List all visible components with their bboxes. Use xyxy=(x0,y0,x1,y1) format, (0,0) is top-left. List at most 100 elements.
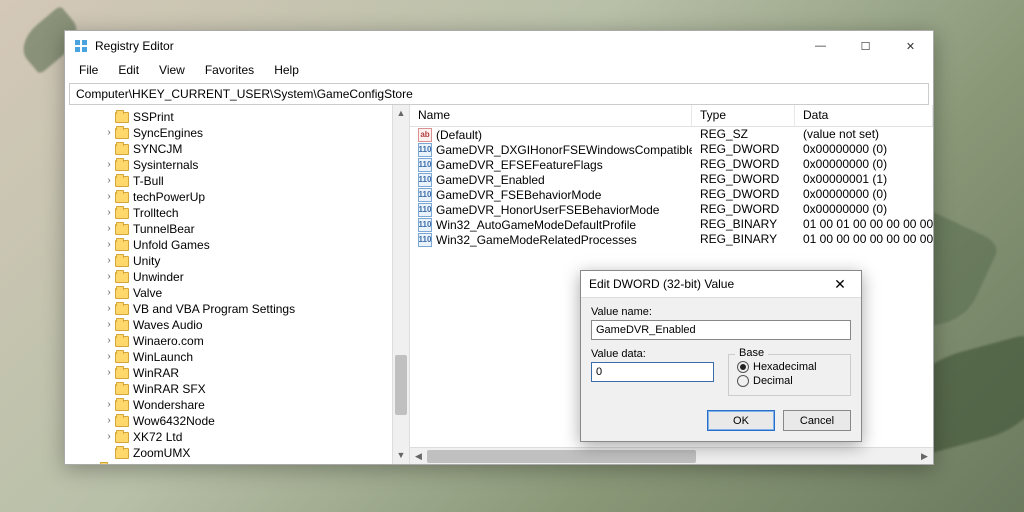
tree-label: WinLaunch xyxy=(133,349,193,365)
expander-icon[interactable]: › xyxy=(103,397,115,413)
tree-pane[interactable]: SSPrint›SyncEnginesSYNCJM›Sysinternals›T… xyxy=(65,105,410,464)
list-row[interactable]: 110GameDVR_FSEBehaviorModeREG_DWORD0x000… xyxy=(410,187,933,202)
expander-icon[interactable]: › xyxy=(103,285,115,301)
expander-icon[interactable]: › xyxy=(103,125,115,141)
tree-item[interactable]: ›Wow6432Node xyxy=(117,413,409,429)
scroll-thumb[interactable] xyxy=(427,450,696,463)
expander-icon[interactable]: › xyxy=(103,173,115,189)
list-row[interactable]: 110Win32_AutoGameModeDefaultProfileREG_B… xyxy=(410,217,933,232)
tree-item[interactable]: ›WinLaunch xyxy=(117,349,409,365)
folder-icon xyxy=(115,256,129,267)
close-button[interactable]: ✕ xyxy=(888,32,933,60)
tree-item[interactable]: WinRAR SFX xyxy=(117,381,409,397)
header-name[interactable]: Name xyxy=(410,105,692,126)
expander-icon[interactable]: › xyxy=(103,221,115,237)
expander-icon[interactable]: › xyxy=(103,333,115,349)
list-row[interactable]: 110GameDVR_HonorUserFSEBehaviorModeREG_D… xyxy=(410,202,933,217)
expander-icon[interactable]: › xyxy=(103,269,115,285)
tree-item[interactable]: ZoomUMX xyxy=(117,445,409,461)
window-title: Registry Editor xyxy=(95,39,798,53)
tree-item[interactable]: ›Wondershare xyxy=(117,397,409,413)
tree-item[interactable]: ›techPowerUp xyxy=(117,189,409,205)
tree-item[interactable]: ›Winaero.com xyxy=(117,333,409,349)
horizontal-scrollbar[interactable]: ◀ ▶ xyxy=(410,447,933,464)
header-type[interactable]: Type xyxy=(692,105,795,126)
folder-icon xyxy=(115,448,129,459)
ok-button[interactable]: OK xyxy=(707,410,775,431)
folder-icon xyxy=(115,192,129,203)
tree-item[interactable]: ›Sysinternals xyxy=(117,157,409,173)
expander-icon[interactable]: › xyxy=(103,157,115,173)
menu-view[interactable]: View xyxy=(151,61,193,81)
value-type: REG_SZ xyxy=(692,127,795,142)
tree-item[interactable]: SYNCJM xyxy=(117,141,409,157)
expander-icon[interactable]: › xyxy=(103,205,115,221)
scroll-thumb[interactable] xyxy=(395,355,407,415)
menu-help[interactable]: Help xyxy=(266,61,307,81)
expander-icon[interactable]: › xyxy=(103,189,115,205)
list-row[interactable]: 110GameDVR_EFSEFeatureFlagsREG_DWORD0x00… xyxy=(410,157,933,172)
menu-favorites[interactable]: Favorites xyxy=(197,61,262,81)
folder-icon xyxy=(115,224,129,235)
tree-item[interactable]: ›Trolltech xyxy=(117,205,409,221)
menu-file[interactable]: File xyxy=(71,61,106,81)
cancel-button[interactable]: Cancel xyxy=(783,410,851,431)
header-data[interactable]: Data xyxy=(795,105,933,126)
tree-item[interactable]: ›XK72 Ltd xyxy=(117,429,409,445)
expander-icon[interactable]: › xyxy=(103,429,115,445)
tree-item[interactable]: ›SyncEngines xyxy=(117,125,409,141)
list-row[interactable]: 110GameDVR_EnabledREG_DWORD0x00000001 (1… xyxy=(410,172,933,187)
value-data: 0x00000001 (1) xyxy=(795,172,933,187)
tree-item[interactable]: ›TunnelBear xyxy=(117,221,409,237)
dialog-close-button[interactable]: ✕ xyxy=(827,276,853,293)
maximize-button[interactable]: ☐ xyxy=(843,32,888,60)
folder-icon xyxy=(115,384,129,395)
folder-icon xyxy=(115,128,129,139)
scroll-up-icon[interactable]: ▲ xyxy=(393,105,409,122)
tree-label: Wow6432Node xyxy=(133,413,215,429)
folder-icon xyxy=(115,240,129,251)
scroll-down-icon[interactable]: ▼ xyxy=(393,447,409,464)
tree-item-system[interactable]: ⌄System ›CurrentControlSet xyxy=(101,461,409,464)
list-row[interactable]: ab(Default)REG_SZ(value not set) xyxy=(410,127,933,142)
expander-icon[interactable]: › xyxy=(103,301,115,317)
list-row[interactable]: 110GameDVR_DXGIHonorFSEWindowsCompatible… xyxy=(410,142,933,157)
tree-label: XK72 Ltd xyxy=(133,429,182,445)
expander-icon[interactable]: › xyxy=(103,365,115,381)
address-bar[interactable]: Computer\HKEY_CURRENT_USER\System\GameCo… xyxy=(69,83,929,105)
expander-icon[interactable]: ⌄ xyxy=(87,461,99,464)
tree-item[interactable]: SSPrint xyxy=(117,109,409,125)
expander-icon[interactable]: › xyxy=(103,253,115,269)
binary-value-icon: 110 xyxy=(418,188,432,202)
tree-item[interactable]: ›VB and VBA Program Settings xyxy=(117,301,409,317)
tree-label: Unfold Games xyxy=(133,237,210,253)
value-data-field[interactable] xyxy=(591,362,714,382)
folder-icon xyxy=(115,320,129,331)
radio-decimal[interactable]: Decimal xyxy=(737,375,842,387)
radio-hexadecimal[interactable]: Hexadecimal xyxy=(737,361,842,373)
tree-item[interactable]: ›Valve xyxy=(117,285,409,301)
tree-item[interactable]: ›Unwinder xyxy=(117,269,409,285)
address-text: Computer\HKEY_CURRENT_USER\System\GameCo… xyxy=(76,87,413,101)
expander-icon[interactable]: › xyxy=(103,413,115,429)
scroll-right-icon[interactable]: ▶ xyxy=(916,451,933,462)
folder-icon xyxy=(115,304,129,315)
tree-item[interactable]: ›Unity xyxy=(117,253,409,269)
tree-item[interactable]: ›T-Bull xyxy=(117,173,409,189)
minimize-button[interactable]: — xyxy=(798,32,843,60)
value-name-field[interactable] xyxy=(591,320,851,340)
value-data: 0x00000000 (0) xyxy=(795,142,933,157)
expander-icon[interactable]: › xyxy=(103,317,115,333)
expander-icon[interactable]: › xyxy=(103,237,115,253)
menu-edit[interactable]: Edit xyxy=(110,61,147,81)
tree-scrollbar[interactable]: ▲ ▼ xyxy=(392,105,409,464)
value-name-label: Value name: xyxy=(591,306,851,318)
value-type: REG_DWORD xyxy=(692,157,795,172)
tree-item[interactable]: ›Waves Audio xyxy=(117,317,409,333)
list-row[interactable]: 110Win32_GameModeRelatedProcessesREG_BIN… xyxy=(410,232,933,247)
expander-icon[interactable]: › xyxy=(103,349,115,365)
tree-item[interactable]: ›Unfold Games xyxy=(117,237,409,253)
tree-label: Unwinder xyxy=(133,269,184,285)
tree-item[interactable]: ›WinRAR xyxy=(117,365,409,381)
scroll-left-icon[interactable]: ◀ xyxy=(410,451,427,462)
